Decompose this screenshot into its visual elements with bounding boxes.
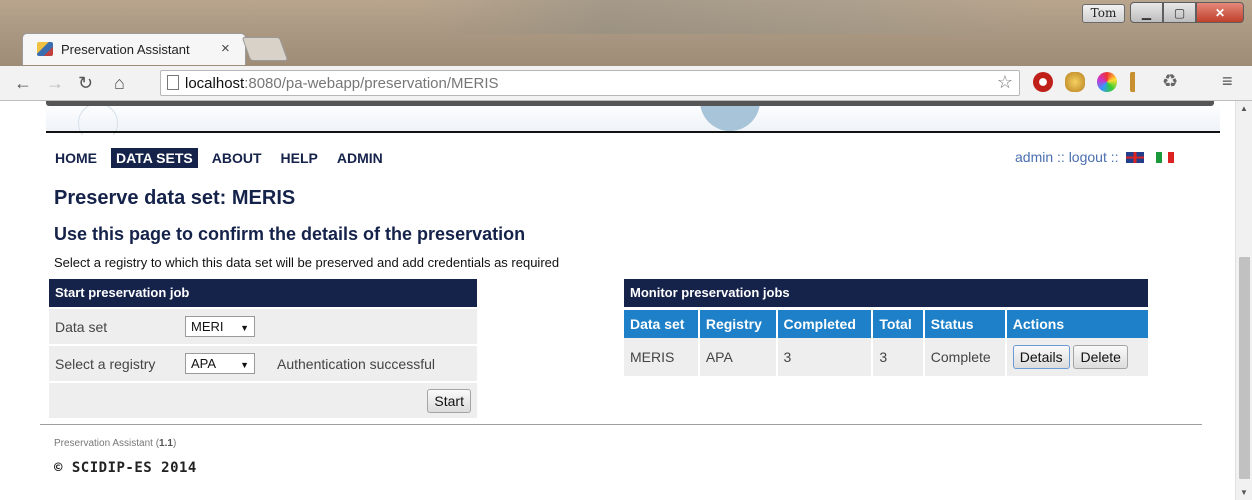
registry-label: Select a registry [49, 346, 179, 381]
address-bar[interactable]: localhost:8080/pa-webapp/preservation/ME… [160, 70, 1020, 96]
tab-close-icon[interactable]: × [221, 40, 230, 57]
menu-item-home[interactable]: HOME [50, 148, 102, 168]
uk-flag-icon[interactable] [1126, 152, 1145, 163]
home-icon[interactable]: ⌂ [114, 73, 125, 94]
minimize-icon: ▁ [1141, 5, 1152, 20]
banner-divider [46, 131, 1220, 133]
auth-status: Authentication successful [271, 346, 477, 381]
url-text: localhost:8080/pa-webapp/preservation/ME… [185, 75, 499, 92]
empty-cell [271, 309, 477, 344]
scroll-up-icon[interactable]: ▲ [1240, 104, 1248, 113]
header-banner [0, 101, 1235, 135]
column-header: Data set [624, 310, 700, 338]
forward-icon[interactable]: → [46, 73, 64, 94]
table-row: MERIS APA 3 3 Complete Details Delete [624, 338, 1148, 376]
column-header: Status [923, 310, 1007, 338]
minimize-button[interactable]: ▁ [1130, 2, 1163, 23]
main-menu: HOME DATA SETS ABOUT HELP ADMIN [50, 148, 397, 168]
column-header: Actions [1005, 310, 1148, 338]
cell-actions: Details Delete [1005, 338, 1148, 376]
menu-item-admin[interactable]: ADMIN [332, 148, 388, 168]
footer-copyright: © SCIDIP-ES 2014 [54, 460, 197, 476]
dataset-label: Data set [49, 309, 179, 344]
dataset-row: Data set MERI ▼ [49, 309, 477, 344]
favicon-icon [37, 42, 53, 56]
cookie-extension-icon[interactable] [1065, 72, 1085, 92]
cell-dataset: MERIS [624, 338, 700, 376]
page-title: Preserve data set: MERIS [54, 187, 296, 209]
color-picker-extension-icon[interactable] [1097, 72, 1117, 92]
page-subtitle: Use this page to confirm the details of … [54, 224, 526, 244]
reload-icon[interactable]: ↻ [78, 73, 93, 94]
menu-icon[interactable]: ≡ [1222, 71, 1233, 92]
footer-version: Preservation Assistant (1.1) [54, 438, 177, 449]
registry-select-value: APA [191, 356, 217, 371]
registry-row: Select a registry APA ▼ Authentication s… [49, 346, 477, 381]
new-tab-button[interactable] [241, 37, 289, 61]
banner-top-bar [46, 101, 1214, 106]
delete-button[interactable]: Delete [1073, 345, 1128, 369]
browser-toolbar: ← → ↻ ⌂ localhost:8080/pa-webapp/preserv… [0, 66, 1252, 101]
start-row: Start [49, 383, 477, 418]
scrollbar-thumb[interactable] [1239, 257, 1250, 479]
window-titlebar: Preservation Assistant × Tom ▁ ▢ ✕ [0, 0, 1252, 66]
profile-button[interactable]: Tom [1082, 4, 1125, 23]
intro-text: Select a registry to which this data set… [54, 255, 560, 270]
menu-item-data-sets[interactable]: DATA SETS [111, 148, 198, 168]
ruler-extension-icon[interactable] [1130, 72, 1146, 92]
registry-select[interactable]: APA ▼ [185, 353, 255, 374]
adblock-icon[interactable] [1033, 72, 1053, 92]
close-window-button[interactable]: ✕ [1196, 2, 1244, 23]
column-header: Completed [776, 310, 874, 338]
maximize-icon: ▢ [1173, 5, 1186, 20]
page-icon [167, 75, 179, 90]
window-controls: ▁ ▢ ✕ [1130, 2, 1244, 24]
start-button[interactable]: Start [427, 388, 471, 413]
cell-status: Complete [923, 338, 1007, 376]
tab-title: Preservation Assistant [61, 42, 190, 57]
details-button[interactable]: Details [1012, 345, 1070, 369]
footer-divider [40, 424, 1202, 425]
dataset-select-value: MERI [191, 319, 224, 334]
italy-flag-icon[interactable] [1156, 152, 1175, 163]
start-job-table: Data set MERI ▼ Select a registry APA ▼ … [49, 307, 477, 420]
user-links-text[interactable]: admin :: logout :: [1015, 149, 1119, 165]
cell-completed: 3 [776, 338, 874, 376]
bookmark-star-icon[interactable]: ☆ [997, 72, 1013, 93]
monitor-jobs-table: Data set Registry Completed Total Status… [624, 310, 1148, 376]
start-cell: Start [49, 383, 477, 418]
column-header: Registry [698, 310, 778, 338]
cell-registry: APA [698, 338, 778, 376]
back-icon[interactable]: ← [14, 73, 32, 94]
maximize-button[interactable]: ▢ [1163, 2, 1196, 23]
page-viewport: HOME DATA SETS ABOUT HELP ADMIN admin ::… [0, 101, 1252, 500]
scroll-down-icon[interactable]: ▼ [1240, 488, 1248, 497]
monitor-jobs-heading: Monitor preservation jobs [624, 279, 1148, 307]
background-window-blur [420, 0, 1040, 34]
registry-cell: APA ▼ [179, 346, 271, 381]
menu-item-about[interactable]: ABOUT [207, 148, 267, 168]
dataset-cell: MERI ▼ [179, 309, 271, 344]
close-icon: ✕ [1214, 5, 1226, 20]
chevron-down-icon: ▼ [240, 360, 249, 370]
cell-total: 3 [872, 338, 925, 376]
menu-item-help[interactable]: HELP [276, 148, 323, 168]
dataset-select[interactable]: MERI ▼ [185, 316, 255, 337]
start-job-heading: Start preservation job [49, 279, 477, 307]
recycle-extension-icon[interactable]: ♻ [1162, 71, 1178, 92]
chevron-down-icon: ▼ [240, 323, 249, 333]
browser-tab[interactable]: Preservation Assistant × [22, 33, 246, 65]
column-header: Total [872, 310, 925, 338]
table-header-row: Data set Registry Completed Total Status… [624, 310, 1148, 338]
user-links: admin :: logout :: [1015, 149, 1175, 165]
page-scrollbar[interactable]: ▲ ▼ [1235, 101, 1252, 500]
